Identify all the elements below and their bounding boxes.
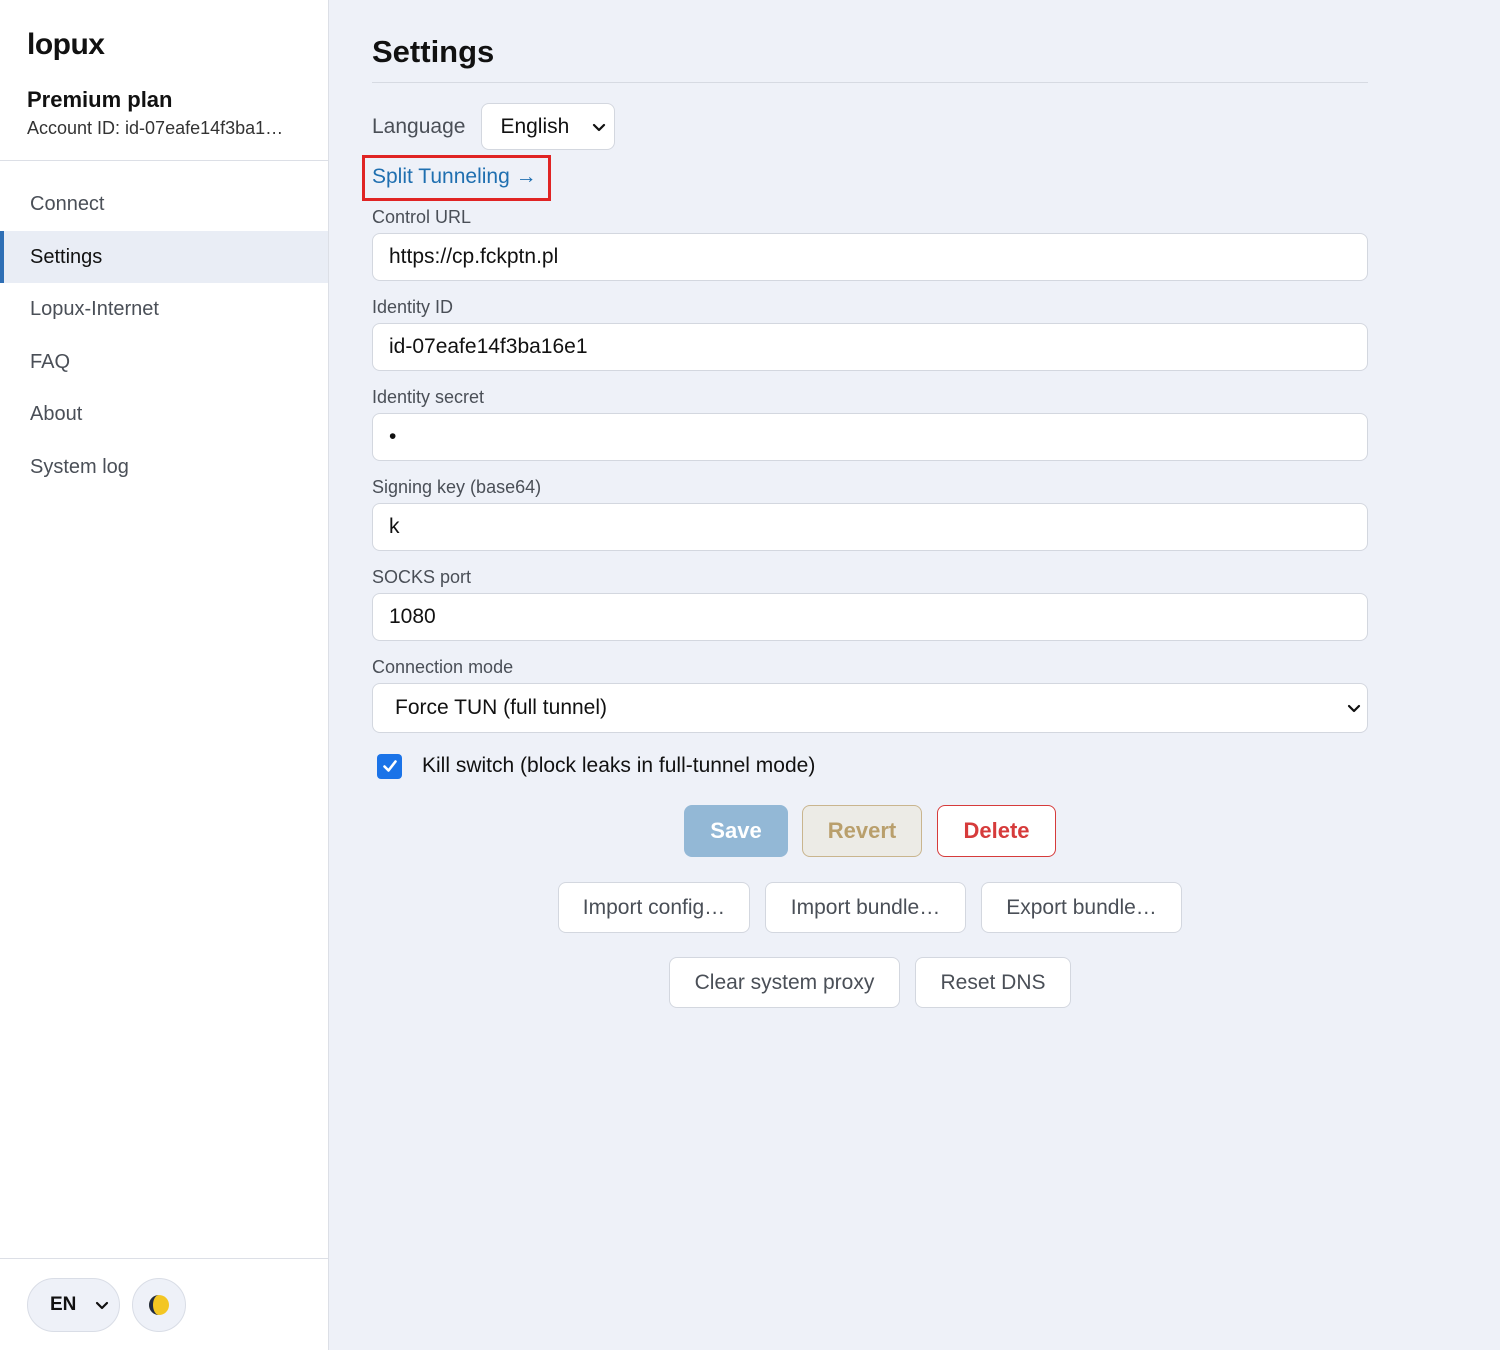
identity-secret-label: Identity secret	[372, 387, 485, 407]
title-divider	[372, 82, 1368, 83]
sidebar-nav: Connect Settings Lopux-Internet FAQ Abou…	[0, 178, 328, 493]
connection-mode-value: Force TUN (full tunnel)	[395, 696, 608, 719]
sidebar-bottom-divider	[0, 1258, 328, 1259]
reset-dns-button[interactable]: Reset DNS	[915, 957, 1071, 1008]
app-logo: lopux	[27, 28, 105, 61]
language-code: EN	[50, 1294, 77, 1315]
control-url-label: Control URL	[372, 207, 472, 227]
language-label: Language	[372, 114, 466, 138]
kill-switch-checkbox[interactable]	[377, 753, 402, 779]
sidebar-item-connect[interactable]: Connect	[0, 178, 328, 231]
theme-toggle-button[interactable]	[132, 1278, 186, 1332]
language-select[interactable]: English	[481, 103, 616, 150]
connection-mode-label: Connection mode	[372, 657, 514, 677]
identity-secret-field[interactable]: •	[372, 413, 1368, 461]
socks-port-field[interactable]: 1080	[372, 593, 1368, 641]
language-row: Language English	[372, 103, 616, 150]
identity-id-field[interactable]: id-07eafe14f3ba16e1	[372, 323, 1368, 371]
chevron-down-icon	[1347, 704, 1361, 713]
export-bundle-button[interactable]: Export bundle…	[981, 882, 1182, 933]
signing-key-field[interactable]: k	[372, 503, 1368, 551]
sidebar-item-settings[interactable]: Settings	[0, 230, 328, 283]
chevron-down-icon	[95, 1301, 109, 1310]
kill-switch-row: Kill switch (block leaks in full-tunnel …	[377, 752, 815, 780]
import-config-button[interactable]: Import config…	[558, 882, 750, 933]
sidebar-divider	[0, 160, 328, 161]
socks-port-label: SOCKS port	[372, 567, 472, 587]
page-title: Settings	[372, 34, 495, 69]
revert-button[interactable]: Revert	[802, 805, 922, 857]
language-select-value: English	[500, 115, 570, 138]
identity-id-label: Identity ID	[372, 297, 454, 317]
save-button[interactable]: Save	[684, 805, 788, 857]
language-switcher[interactable]: EN	[27, 1278, 120, 1332]
plan-name: Premium plan	[27, 87, 173, 112]
sidebar-item-faq[interactable]: FAQ	[0, 336, 328, 389]
connection-mode-select[interactable]: Force TUN (full tunnel)	[372, 683, 1368, 733]
sidebar-item-lopux-internet[interactable]: Lopux-Internet	[0, 283, 328, 336]
sidebar-item-about[interactable]: About	[0, 388, 328, 441]
checkmark-icon	[382, 760, 397, 772]
split-tunneling-link[interactable]: Split Tunneling →	[372, 165, 537, 189]
chevron-down-icon	[593, 123, 606, 132]
import-bundle-button[interactable]: Import bundle…	[765, 882, 966, 933]
half-moon-icon	[149, 1295, 169, 1315]
sidebar-item-system-log[interactable]: System log	[0, 441, 328, 494]
signing-key-label: Signing key (base64)	[372, 477, 542, 497]
account-id: Account ID: id-07eafe14f3ba1…	[27, 118, 284, 138]
kill-switch-label: Kill switch (block leaks in full-tunnel …	[422, 754, 816, 777]
sidebar: lopux Premium plan Account ID: id-07eafe…	[0, 0, 329, 1350]
clear-system-proxy-button[interactable]: Clear system proxy	[669, 957, 900, 1008]
control-url-field[interactable]: https://cp.fckptn.pl	[372, 233, 1368, 281]
delete-button[interactable]: Delete	[937, 805, 1056, 857]
